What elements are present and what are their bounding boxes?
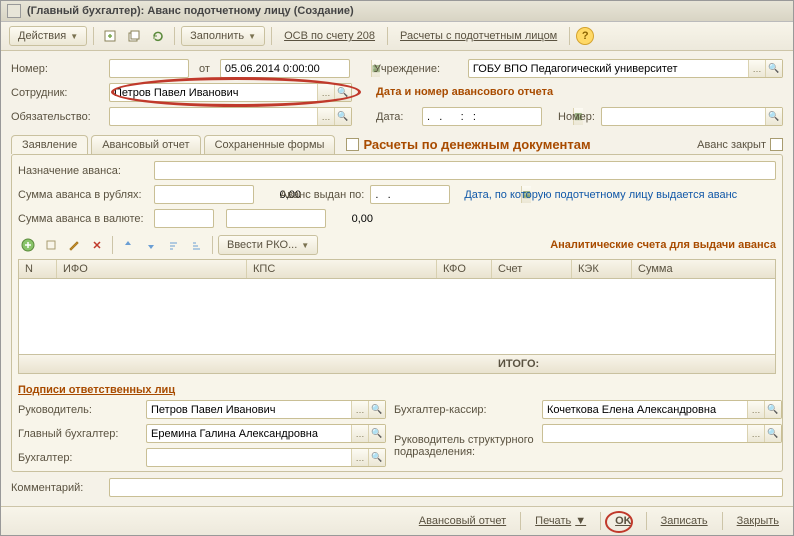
close-button[interactable]: Закрыть	[731, 515, 785, 527]
sum-rub-label: Сумма аванса в рублях:	[18, 189, 148, 201]
delete-row-icon[interactable]	[87, 235, 107, 255]
grid-body	[19, 279, 775, 354]
adv-given-input[interactable]: ▦	[370, 185, 450, 204]
obligation-label: Обязательство:	[11, 111, 103, 123]
sort-asc-icon[interactable]	[164, 235, 184, 255]
struct-label: Руководитель структурного подразделения:	[394, 434, 534, 458]
sort-desc-icon[interactable]	[187, 235, 207, 255]
fill-menu[interactable]: Заполнить▼	[181, 26, 265, 46]
move-down-icon[interactable]	[141, 235, 161, 255]
cashier-label: Бухгалтер-кассир:	[394, 404, 534, 416]
copy-icon[interactable]	[124, 26, 144, 46]
head-label: Руководитель:	[18, 404, 138, 416]
chief-input[interactable]: …🔍	[146, 424, 386, 443]
sum-val-label: Сумма аванса в валюте:	[18, 213, 148, 225]
ellipsis-icon[interactable]: …	[317, 108, 334, 125]
advance-report-button[interactable]: Авансовый отчет	[413, 515, 512, 527]
ellipsis-icon[interactable]: …	[747, 401, 764, 418]
col-ifo[interactable]: ИФО	[57, 260, 247, 278]
from-label: от	[199, 63, 210, 75]
purpose-input[interactable]	[154, 161, 776, 180]
ok-button[interactable]: OK	[609, 515, 638, 527]
ellipsis-icon[interactable]: …	[748, 60, 765, 77]
cashier-input[interactable]: …🔍	[542, 400, 782, 419]
print-button[interactable]: Печать▼	[529, 515, 592, 527]
osv-link[interactable]: ОСВ по счету 208	[278, 30, 381, 42]
ellipsis-icon[interactable]: …	[317, 84, 334, 101]
ellipsis-icon[interactable]: …	[351, 401, 368, 418]
employee-input[interactable]: …🔍	[109, 83, 352, 102]
edit-row-icon[interactable]	[64, 235, 84, 255]
add-row-icon[interactable]	[18, 235, 38, 255]
analytic-label: Аналитические счета для выдачи аванса	[550, 239, 776, 251]
search-icon[interactable]: 🔍	[765, 108, 782, 125]
col-sum[interactable]: Сумма	[632, 260, 775, 278]
enter-rko-button[interactable]: Ввести РКО...▼	[218, 235, 318, 255]
ellipsis-icon[interactable]: …	[351, 449, 368, 466]
money-docs-label: Расчеты по денежным документам	[363, 137, 590, 152]
sum-val-input[interactable]	[226, 209, 326, 228]
help-icon[interactable]: ?	[576, 27, 594, 45]
search-icon[interactable]: 🔍	[765, 60, 782, 77]
advance-closed-label: Аванс закрыт	[697, 139, 766, 151]
org-label: Учреждение:	[374, 63, 462, 75]
accountant-label: Бухгалтер:	[18, 452, 138, 464]
tab-advance-report[interactable]: Авансовый отчет	[91, 135, 200, 154]
search-icon[interactable]: 🔍	[764, 425, 781, 442]
tab-application[interactable]: Заявление	[11, 135, 88, 154]
search-icon[interactable]: 🔍	[334, 108, 351, 125]
date2-label: Дата:	[376, 111, 416, 123]
struct-input[interactable]: …🔍	[542, 424, 782, 443]
purpose-label: Назначение аванса:	[18, 165, 148, 177]
move-up-icon[interactable]	[118, 235, 138, 255]
search-icon[interactable]: 🔍	[368, 449, 385, 466]
lines-grid[interactable]: N ИФО КПС КФО Счет КЭК Сумма ИТОГО:	[18, 259, 776, 374]
number-label: Номер:	[11, 63, 103, 75]
total-label: ИТОГО:	[492, 355, 572, 373]
sum-rub-input[interactable]	[154, 185, 254, 204]
signatures-title: Подписи ответственных лиц	[18, 384, 776, 396]
calc-link[interactable]: Расчеты с подотчетным лицом	[394, 30, 563, 42]
obligation-input[interactable]: …🔍	[109, 107, 352, 126]
add-icon[interactable]	[100, 26, 120, 46]
advance-section-title: Дата и номер авансового отчета	[376, 86, 553, 98]
adv-given-hint: Дата, по которую подотчетному лицу выдае…	[464, 189, 737, 201]
org-input[interactable]: …🔍	[468, 59, 783, 78]
main-toolbar: Действия▼ Заполнить▼ ОСВ по счету 208 Ра…	[1, 22, 793, 51]
doc-icon	[7, 4, 21, 18]
ellipsis-icon[interactable]: …	[351, 425, 368, 442]
col-acct[interactable]: Счет	[492, 260, 572, 278]
search-icon[interactable]: 🔍	[334, 84, 351, 101]
ellipsis-icon[interactable]: …	[747, 425, 764, 442]
adv-given-label: Аванс выдан по:	[280, 189, 364, 201]
number-input[interactable]	[109, 59, 189, 78]
col-kek[interactable]: КЭК	[572, 260, 632, 278]
accountant-input[interactable]: …🔍	[146, 448, 386, 467]
chief-label: Главный бухгалтер:	[18, 428, 138, 440]
advance-closed-checkbox[interactable]	[770, 138, 783, 151]
search-icon[interactable]: 🔍	[368, 401, 385, 418]
window-title: (Главный бухгалтер): Аванс подотчетному …	[27, 5, 354, 17]
copy-row-icon[interactable]	[41, 235, 61, 255]
refresh-icon[interactable]	[148, 26, 168, 46]
tab-saved-forms[interactable]: Сохраненные формы	[204, 135, 336, 154]
currency-input[interactable]: …	[154, 209, 214, 228]
col-n[interactable]: N	[19, 260, 57, 278]
titlebar: (Главный бухгалтер): Аванс подотчетному …	[1, 1, 793, 22]
save-button[interactable]: Записать	[655, 515, 714, 527]
number2-input[interactable]: 🔍	[601, 107, 783, 126]
money-docs-checkbox[interactable]	[346, 138, 359, 151]
head-input[interactable]: …🔍	[146, 400, 386, 419]
search-icon[interactable]: 🔍	[764, 401, 781, 418]
employee-label: Сотрудник:	[11, 87, 103, 99]
date2-input[interactable]: ▦	[422, 107, 542, 126]
comment-input[interactable]	[109, 478, 783, 497]
col-kps[interactable]: КПС	[247, 260, 437, 278]
col-kfo[interactable]: КФО	[437, 260, 492, 278]
comment-label: Комментарий:	[11, 482, 103, 494]
search-icon[interactable]: 🔍	[368, 425, 385, 442]
actions-menu[interactable]: Действия▼	[9, 26, 87, 46]
date-input[interactable]: ▦	[220, 59, 350, 78]
number2-label: Номер:	[558, 111, 595, 123]
